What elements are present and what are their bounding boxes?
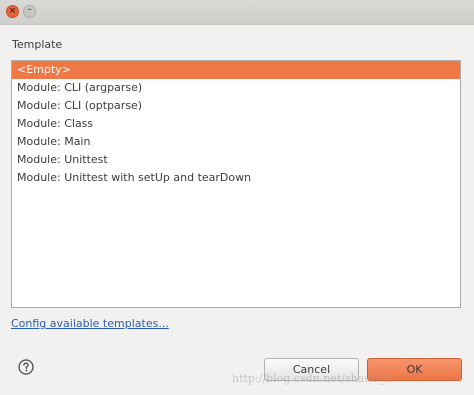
list-item-empty[interactable]: <Empty> xyxy=(12,61,460,79)
minimize-icon[interactable]: – xyxy=(23,5,36,18)
template-list[interactable]: <Empty> Module: CLI (argparse) Module: C… xyxy=(11,60,461,308)
watermark-text: http://blog.csdn.net/shaun_fl xyxy=(232,372,392,385)
close-icon[interactable]: × xyxy=(6,5,19,18)
config-templates-link[interactable]: Config available templates... xyxy=(11,317,169,330)
list-item-unittest[interactable]: Module: Unittest xyxy=(12,151,460,169)
list-item-cli-optparse[interactable]: Module: CLI (optparse) xyxy=(12,97,460,115)
template-label: Template xyxy=(12,38,63,51)
window-titlebar: × – xyxy=(0,0,474,25)
list-item-class[interactable]: Module: Class xyxy=(12,115,460,133)
list-item-cli-argparse[interactable]: Module: CLI (argparse) xyxy=(12,79,460,97)
help-icon[interactable] xyxy=(18,359,34,375)
list-item-unittest-setup-teardown[interactable]: Module: Unittest with setUp and tearDown xyxy=(12,169,460,187)
list-item-main[interactable]: Module: Main xyxy=(12,133,460,151)
